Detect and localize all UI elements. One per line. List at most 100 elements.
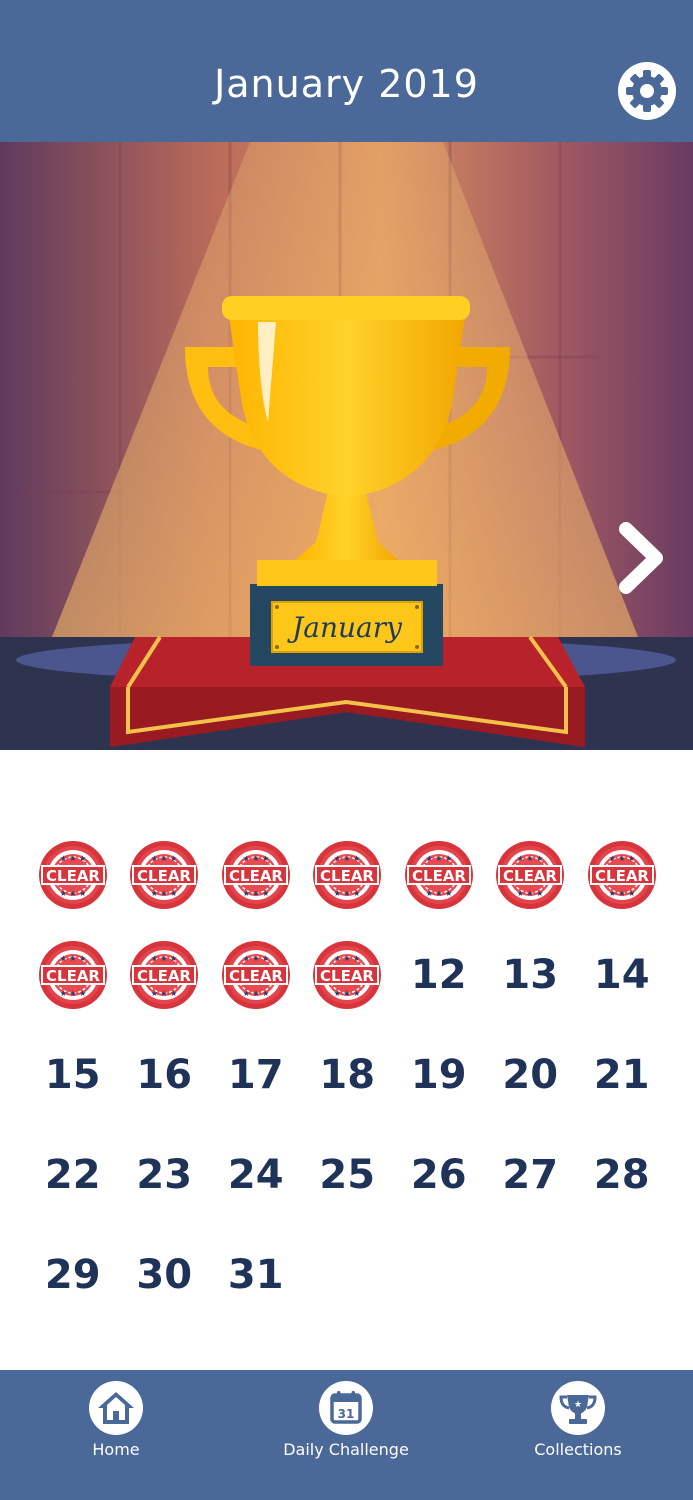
calendar-day-17[interactable]: 17 xyxy=(210,1025,302,1125)
clear-badge-icon: CLEAR ★ ★ ★ ★ ★ ★ xyxy=(587,841,656,909)
top-bar: January 2019 xyxy=(0,0,693,142)
calendar-day-2[interactable]: CLEAR ★ ★ ★ ★ ★ ★ xyxy=(119,825,211,925)
clear-badge-icon: CLEAR ★ ★ ★ ★ ★ ★ xyxy=(38,841,107,909)
calendar-day-15[interactable]: 15 xyxy=(27,1025,119,1125)
day-number: 15 xyxy=(44,1052,101,1098)
calendar-day-1[interactable]: CLEAR ★ ★ ★ ★ ★ ★ xyxy=(27,825,119,925)
calendar-day-4[interactable]: CLEAR ★ ★ ★ ★ ★ ★ xyxy=(302,825,394,925)
bottom-nav: Home 31 Daily Challenge ★ Collections xyxy=(0,1370,693,1500)
calendar-day-7[interactable]: CLEAR ★ ★ ★ ★ ★ ★ xyxy=(576,825,668,925)
clear-badge-icon: CLEAR ★ ★ ★ ★ ★ ★ xyxy=(221,841,290,909)
trophy-illustration: January xyxy=(0,142,693,750)
day-number: 27 xyxy=(502,1152,559,1198)
clear-badge-text: CLEAR xyxy=(46,967,100,985)
day-number: 19 xyxy=(410,1052,467,1098)
calendar-day-31[interactable]: 31 xyxy=(210,1225,302,1325)
clear-badge-text: CLEAR xyxy=(320,967,374,985)
svg-text:★ ★ ★: ★ ★ ★ xyxy=(334,854,361,863)
plaque-text: January xyxy=(287,611,403,644)
svg-text:★ ★ ★: ★ ★ ★ xyxy=(59,954,86,963)
calendar-day-10[interactable]: CLEAR ★ ★ ★ ★ ★ ★ xyxy=(210,925,302,1025)
clear-badge-text: CLEAR xyxy=(137,967,191,985)
svg-text:★ ★ ★: ★ ★ ★ xyxy=(151,889,178,898)
calendar-day-28[interactable]: 28 xyxy=(576,1125,668,1225)
calendar-grid: CLEAR ★ ★ ★ ★ ★ ★ CLEAR ★ ★ ★ ★ ★ ★ CLEA… xyxy=(27,825,667,1325)
day-number: 17 xyxy=(227,1052,284,1098)
home-icon xyxy=(89,1381,143,1435)
calendar-icon-text: 31 xyxy=(338,1407,355,1421)
calendar-day-13[interactable]: 13 xyxy=(485,925,577,1025)
calendar-day-11[interactable]: CLEAR ★ ★ ★ ★ ★ ★ xyxy=(302,925,394,1025)
calendar-day-29[interactable]: 29 xyxy=(27,1225,119,1325)
svg-text:★: ★ xyxy=(574,1400,582,1410)
calendar-day-26[interactable]: 26 xyxy=(393,1125,485,1225)
calendar-day-24[interactable]: 24 xyxy=(210,1125,302,1225)
calendar-day-8[interactable]: CLEAR ★ ★ ★ ★ ★ ★ xyxy=(27,925,119,1025)
svg-text:★ ★ ★: ★ ★ ★ xyxy=(517,854,544,863)
calendar-day-9[interactable]: CLEAR ★ ★ ★ ★ ★ ★ xyxy=(119,925,211,1025)
day-number: 16 xyxy=(136,1052,193,1098)
svg-text:★ ★ ★: ★ ★ ★ xyxy=(59,889,86,898)
day-number: 29 xyxy=(44,1252,101,1298)
clear-badge-icon: CLEAR ★ ★ ★ ★ ★ ★ xyxy=(313,941,382,1009)
clear-badge-text: CLEAR xyxy=(320,867,374,885)
clear-badge-icon: CLEAR ★ ★ ★ ★ ★ ★ xyxy=(404,841,473,909)
svg-text:★ ★ ★: ★ ★ ★ xyxy=(334,989,361,998)
day-number: 18 xyxy=(319,1052,376,1098)
svg-text:★ ★ ★: ★ ★ ★ xyxy=(151,989,178,998)
svg-text:★ ★ ★: ★ ★ ★ xyxy=(59,989,86,998)
svg-text:★ ★ ★: ★ ★ ★ xyxy=(334,954,361,963)
calendar-day-25[interactable]: 25 xyxy=(302,1125,394,1225)
clear-badge-icon: CLEAR ★ ★ ★ ★ ★ ★ xyxy=(130,841,199,909)
clear-badge-icon: CLEAR ★ ★ ★ ★ ★ ★ xyxy=(313,841,382,909)
clear-badge-text: CLEAR xyxy=(137,867,191,885)
svg-text:★ ★ ★: ★ ★ ★ xyxy=(608,854,635,863)
day-number: 31 xyxy=(227,1252,284,1298)
settings-button[interactable] xyxy=(617,61,677,121)
calendar-day-21[interactable]: 21 xyxy=(576,1025,668,1125)
nav-daily-challenge[interactable]: 31 Daily Challenge xyxy=(246,1380,446,1470)
clear-badge-text: CLEAR xyxy=(229,867,283,885)
clear-badge-text: CLEAR xyxy=(229,967,283,985)
nav-home[interactable]: Home xyxy=(16,1380,216,1470)
calendar-day-3[interactable]: CLEAR ★ ★ ★ ★ ★ ★ xyxy=(210,825,302,925)
svg-text:★ ★ ★: ★ ★ ★ xyxy=(242,854,269,863)
day-number: 25 xyxy=(319,1152,376,1198)
calendar-day-6[interactable]: CLEAR ★ ★ ★ ★ ★ ★ xyxy=(485,825,577,925)
next-month-button[interactable] xyxy=(612,517,670,599)
calendar-day-30[interactable]: 30 xyxy=(119,1225,211,1325)
svg-text:★ ★ ★: ★ ★ ★ xyxy=(334,889,361,898)
calendar-day-22[interactable]: 22 xyxy=(27,1125,119,1225)
calendar-day-27[interactable]: 27 xyxy=(485,1125,577,1225)
clear-badge-icon: CLEAR ★ ★ ★ ★ ★ ★ xyxy=(130,941,199,1009)
clear-badge-icon: CLEAR ★ ★ ★ ★ ★ ★ xyxy=(221,941,290,1009)
page-title: January 2019 xyxy=(214,62,479,106)
day-number: 30 xyxy=(136,1252,193,1298)
clear-badge-text: CLEAR xyxy=(412,867,466,885)
svg-text:★ ★ ★: ★ ★ ★ xyxy=(242,989,269,998)
calendar-day-23[interactable]: 23 xyxy=(119,1125,211,1225)
calendar-day-12[interactable]: 12 xyxy=(393,925,485,1025)
day-number: 23 xyxy=(136,1152,193,1198)
calendar-day-19[interactable]: 19 xyxy=(393,1025,485,1125)
nav-collections-label: Collections xyxy=(534,1440,622,1459)
calendar-day-20[interactable]: 20 xyxy=(485,1025,577,1125)
calendar-day-16[interactable]: 16 xyxy=(119,1025,211,1125)
clear-badge-text: CLEAR xyxy=(503,867,557,885)
svg-text:★ ★ ★: ★ ★ ★ xyxy=(242,889,269,898)
day-number: 22 xyxy=(44,1152,101,1198)
nav-collections[interactable]: ★ Collections xyxy=(478,1380,678,1470)
calendar-day-5[interactable]: CLEAR ★ ★ ★ ★ ★ ★ xyxy=(393,825,485,925)
clear-badge-text: CLEAR xyxy=(595,867,649,885)
day-number: 13 xyxy=(502,952,559,998)
trophy-stage: January xyxy=(0,142,693,750)
trophy-icon: ★ xyxy=(551,1381,605,1435)
day-number: 21 xyxy=(593,1052,650,1098)
svg-text:★ ★ ★: ★ ★ ★ xyxy=(151,854,178,863)
svg-text:★ ★ ★: ★ ★ ★ xyxy=(608,889,635,898)
nav-home-label: Home xyxy=(92,1440,140,1459)
calendar-day-18[interactable]: 18 xyxy=(302,1025,394,1125)
clear-badge-icon: CLEAR ★ ★ ★ ★ ★ ★ xyxy=(38,941,107,1009)
calendar-day-14[interactable]: 14 xyxy=(576,925,668,1025)
chevron-right-icon xyxy=(619,522,663,594)
